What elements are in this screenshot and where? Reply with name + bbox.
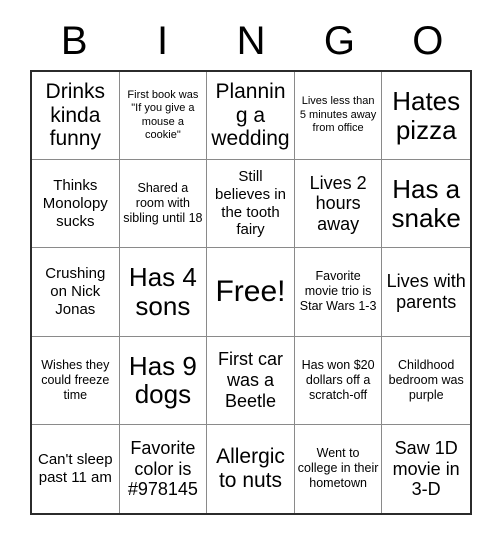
bingo-cell[interactable]: First book was "If you give a mouse a co… [119, 72, 208, 161]
bingo-cell-text: Favorite color is #978145 [127, 437, 198, 500]
bingo-cell-text: Drinks kinda funny [45, 80, 106, 151]
bingo-cell[interactable]: Shared a room with sibling until 18 [119, 160, 208, 249]
bingo-cell[interactable]: Wishes they could freeze time [32, 336, 120, 425]
bingo-cell[interactable]: Thinks Monolopy sucks [32, 160, 120, 249]
bingo-header-letter-n: N [236, 19, 266, 63]
bingo-header: B I N G O [30, 14, 472, 68]
bingo-cell[interactable]: Planning a wedding [207, 72, 295, 161]
bingo-cell-text: Shared a room with sibling until 18 [123, 181, 203, 226]
bingo-cell-text: Hates pizza [392, 86, 461, 145]
bingo-free-space-text: Free! [215, 274, 286, 308]
bingo-card: B I N G O Drinks kinda funny First book … [0, 0, 500, 544]
bingo-cell[interactable]: Favorite movie trio is Star Wars 1-3 [294, 248, 383, 337]
bingo-cell[interactable]: Lives less than 5 minutes away from offi… [294, 72, 383, 161]
bingo-cell-text: Crushing on Nick Jonas [45, 265, 106, 318]
bingo-grid: Drinks kinda funny First book was "If yo… [30, 70, 472, 515]
bingo-cell[interactable]: Went to college in their hometown [294, 424, 383, 513]
bingo-cell[interactable]: Allergic to nuts [207, 424, 295, 513]
bingo-cell-text: First car was a Beetle [217, 349, 283, 411]
bingo-cell-text: Has won $20 dollars off a scratch-off [301, 357, 375, 402]
bingo-header-letter-g: G [323, 19, 355, 63]
bingo-cell-text: Can't sleep past 11 am [38, 451, 113, 486]
bingo-cell-text: Lives with parents [386, 271, 466, 312]
bingo-cell[interactable]: Lives with parents [382, 248, 470, 337]
bingo-cell-text: Still believes in the tooth fairy [215, 168, 286, 239]
bingo-cell-text: First book was "If you give a mouse a co… [127, 88, 199, 141]
bingo-cell[interactable]: Has 4 sons [119, 248, 208, 337]
bingo-cell-text: Went to college in their hometown [297, 446, 379, 491]
bingo-cell[interactable]: Childhood bedroom was purple [382, 336, 470, 425]
bingo-cell[interactable]: Can't sleep past 11 am [32, 424, 120, 513]
bingo-cell[interactable]: Hates pizza [382, 72, 470, 161]
bingo-cell-text: Lives 2 hours away [309, 172, 367, 235]
bingo-cell-text: Thinks Monolopy sucks [42, 177, 108, 230]
bingo-cell-text: Has 9 dogs [128, 350, 197, 410]
bingo-cell-free-space[interactable]: Free! [207, 248, 295, 337]
bingo-cell[interactable]: Has a snake [382, 160, 470, 249]
bingo-cell-text: Lives less than 5 minutes away from offi… [299, 95, 377, 135]
bingo-cell-text: Planning a wedding [211, 80, 290, 151]
bingo-cell[interactable]: Has 9 dogs [119, 336, 208, 425]
bingo-cell-text: Has a snake [391, 174, 461, 233]
bingo-cell[interactable]: Has won $20 dollars off a scratch-off [294, 336, 383, 425]
bingo-cell-text: Allergic to nuts [216, 445, 285, 492]
bingo-header-letter-o: O [412, 19, 444, 63]
bingo-cell[interactable]: First car was a Beetle [207, 336, 295, 425]
bingo-cell-text: Saw 1D movie in 3-D [392, 437, 460, 500]
bingo-cell[interactable]: Crushing on Nick Jonas [32, 248, 120, 337]
bingo-header-letter-b: B [60, 19, 88, 63]
bingo-cell-text: Childhood bedroom was purple [388, 357, 464, 402]
bingo-cell[interactable]: Still believes in the tooth fairy [207, 160, 295, 249]
bingo-cell[interactable]: Saw 1D movie in 3-D [382, 424, 470, 513]
bingo-cell-text: Favorite movie trio is Star Wars 1-3 [299, 269, 377, 314]
bingo-cell[interactable]: Lives 2 hours away [294, 160, 383, 249]
bingo-cell-text: Has 4 sons [128, 262, 197, 321]
bingo-header-letter-i: I [157, 19, 169, 63]
bingo-cell[interactable]: Drinks kinda funny [32, 72, 120, 161]
bingo-cell-text: Wishes they could freeze time [41, 357, 110, 402]
bingo-cell[interactable]: Favorite color is #978145 [119, 424, 208, 513]
